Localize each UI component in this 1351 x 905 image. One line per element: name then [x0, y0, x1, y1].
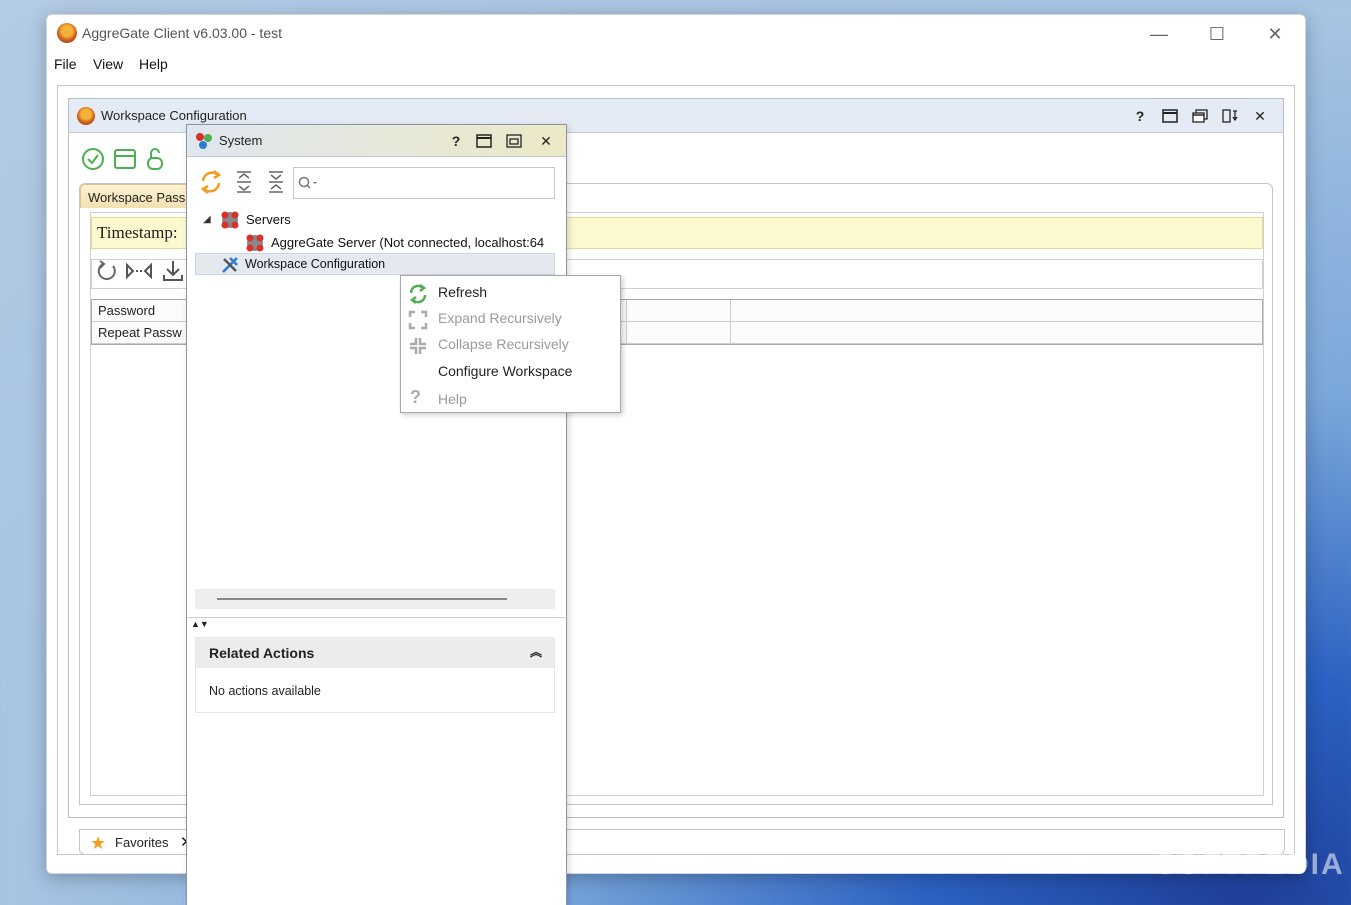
- tree-search-input[interactable]: [293, 167, 555, 199]
- row-label: Password: [98, 303, 156, 318]
- menu-item-label: Configure Workspace: [438, 363, 573, 379]
- menu-view[interactable]: View: [93, 56, 123, 72]
- menu-item-label: Expand Recursively: [438, 310, 562, 326]
- menu-file[interactable]: File: [54, 56, 77, 72]
- close-panel-icon[interactable]: ✕: [537, 132, 555, 150]
- row-label: Repeat Passw: [98, 325, 182, 340]
- sync-icon[interactable]: [199, 169, 223, 195]
- maximize-panel-icon[interactable]: [1161, 107, 1179, 125]
- collapse-arrow-icon[interactable]: ◢: [203, 214, 211, 225]
- context-menu: Refresh Expand Recursively Collapse Recu…: [400, 275, 621, 413]
- tools-icon: [220, 255, 240, 275]
- tab-workspace-password[interactable]: Workspace Pass: [80, 184, 200, 208]
- cell-divider: [626, 300, 627, 322]
- collapse-all-icon[interactable]: [265, 169, 287, 195]
- menu-bar: File View Help: [47, 53, 1305, 77]
- no-actions-text: No actions available: [209, 684, 321, 698]
- menu-item-label: Help: [438, 391, 467, 407]
- related-actions-title: Related Actions: [209, 645, 315, 661]
- check-icon[interactable]: [81, 147, 105, 171]
- window-title: AggreGate Client v6.03.00 - test: [82, 25, 282, 41]
- maximize-button[interactable]: ☐: [1188, 15, 1246, 53]
- search-icon: [298, 176, 318, 190]
- timestamp-label: Timestamp:: [97, 223, 178, 242]
- menu-item-refresh[interactable]: Refresh: [401, 279, 620, 305]
- tree-item-servers[interactable]: Servers: [246, 212, 291, 227]
- server-disconnected-icon: [245, 233, 265, 253]
- watermark: SOFTPEDIA: [1155, 848, 1345, 881]
- maximize-panel-icon[interactable]: [475, 132, 493, 150]
- menu-item-configure-workspace[interactable]: Configure Workspace: [401, 358, 620, 384]
- system-titlebar: System ? ✕: [187, 125, 566, 157]
- help-icon[interactable]: ?: [447, 132, 465, 150]
- menu-item-expand-recursively[interactable]: Expand Recursively: [401, 305, 620, 331]
- help-icon: ?: [410, 387, 421, 407]
- horizontal-scrollbar[interactable]: [195, 589, 555, 609]
- title-bar: AggreGate Client v6.03.00 - test — ☐ ✕: [47, 15, 1305, 53]
- tree-item-server[interactable]: AggreGate Server (Not connected, localho…: [271, 235, 556, 250]
- collapse-chevrons-icon[interactable]: ︽: [530, 643, 542, 660]
- expand-icon: [408, 310, 428, 330]
- tree-item-workspace-selected[interactable]: Workspace Configuration: [195, 253, 555, 275]
- system-title: System: [219, 133, 263, 148]
- cell-divider: [730, 322, 731, 344]
- collapse-icon: [408, 336, 426, 354]
- close-button[interactable]: ✕: [1246, 15, 1304, 53]
- refresh-icon: [408, 284, 427, 304]
- favorites-label: Favorites: [115, 835, 169, 850]
- menu-item-collapse-recursively[interactable]: Collapse Recursively: [401, 331, 620, 357]
- app-logo-icon: [57, 23, 77, 43]
- cell-divider: [626, 322, 627, 344]
- splitter-arrows-icon[interactable]: ▲▼: [191, 619, 209, 629]
- lock-icon[interactable]: [145, 147, 165, 171]
- window-icon[interactable]: [113, 147, 137, 171]
- menu-item-help[interactable]: ? Help: [401, 386, 620, 412]
- servers-icon: [220, 210, 240, 230]
- workspace-logo-icon: [77, 107, 95, 125]
- system-panel: System ? ✕ ◢ Servers AggreGate Server (N…: [186, 124, 567, 905]
- tree-item-workspace-label: Workspace Configuration: [245, 257, 386, 271]
- minimize-button[interactable]: —: [1130, 15, 1188, 53]
- related-actions-panel: Related Actions ︽ No actions available: [195, 637, 555, 713]
- restore-panel-icon[interactable]: [1191, 107, 1209, 125]
- cell-divider: [730, 300, 731, 322]
- menu-item-label: Collapse Recursively: [438, 336, 569, 352]
- scrollbar-thumb[interactable]: [217, 598, 507, 600]
- splitter[interactable]: ▲▼: [187, 617, 566, 631]
- system-icon: [195, 132, 213, 150]
- star-icon: ★: [90, 833, 107, 853]
- restore-panel-icon[interactable]: [505, 132, 523, 150]
- help-icon[interactable]: ?: [1131, 107, 1149, 125]
- menu-item-label: Refresh: [438, 284, 488, 300]
- menu-help[interactable]: Help: [139, 56, 168, 72]
- float-panel-icon[interactable]: [1221, 107, 1239, 125]
- workspace-config-title: Workspace Configuration: [101, 108, 247, 123]
- related-actions-header[interactable]: Related Actions ︽: [196, 638, 554, 668]
- expand-all-icon[interactable]: [233, 169, 255, 195]
- close-panel-icon[interactable]: ✕: [1251, 107, 1269, 125]
